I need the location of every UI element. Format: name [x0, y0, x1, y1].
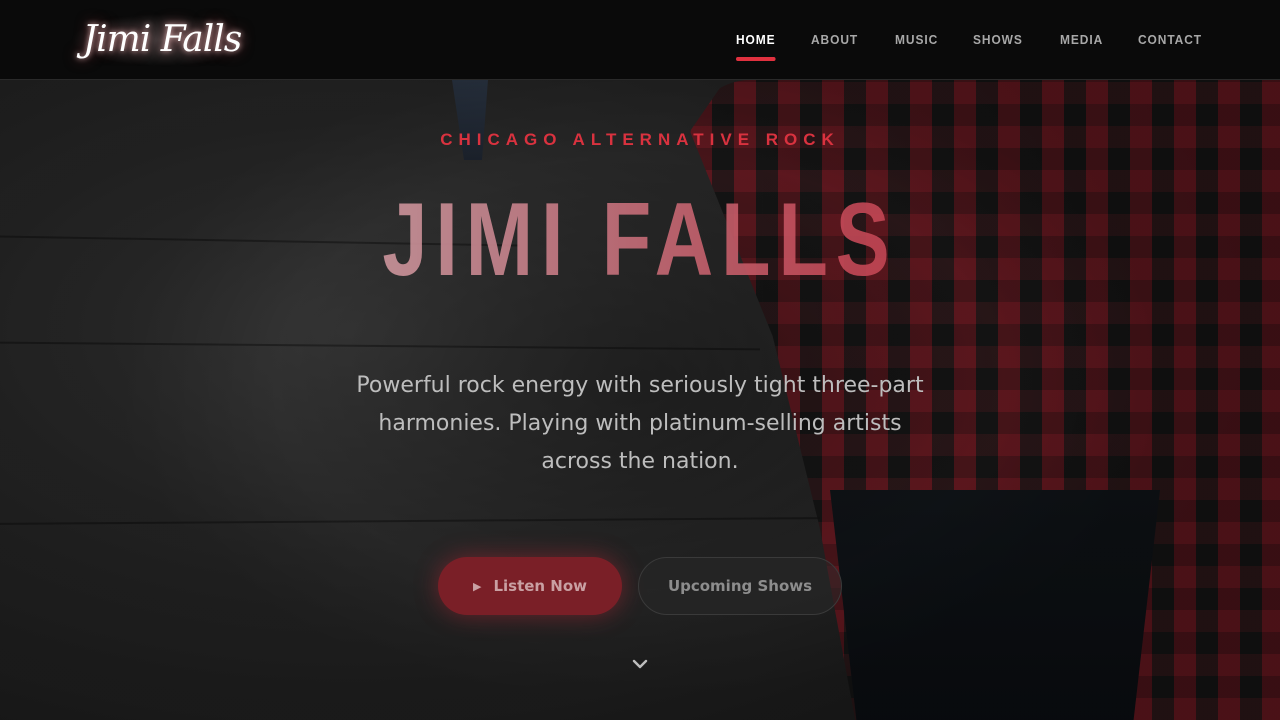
- site-logo[interactable]: Jimi Falls: [72, 13, 252, 66]
- listen-now-label: Listen Now: [493, 577, 588, 595]
- nav-item-home[interactable]: HOME: [736, 26, 776, 61]
- play-icon: ▶: [472, 579, 482, 593]
- logo-text: Jimi Falls: [82, 19, 243, 60]
- nav-item-contact[interactable]: CONTACT: [1138, 26, 1202, 53]
- nav-item-about[interactable]: ABOUT: [811, 26, 858, 53]
- hero-eyebrow: CHICAGO ALTERNATIVE ROCK: [440, 130, 840, 149]
- listen-now-button[interactable]: ▶ Listen Now: [438, 557, 622, 615]
- chevron-down-icon[interactable]: [628, 652, 652, 676]
- hero-title: JIMI FALLS: [141, 188, 1139, 292]
- nav-item-shows[interactable]: SHOWS: [973, 26, 1023, 53]
- main-nav: HOME ABOUT MUSIC SHOWS MEDIA CONTACT: [736, 26, 1208, 61]
- upcoming-shows-button[interactable]: Upcoming Shows: [638, 557, 842, 615]
- nav-item-music[interactable]: MUSIC: [895, 26, 938, 53]
- upcoming-shows-label: Upcoming Shows: [667, 577, 813, 595]
- hero-section: CHICAGO ALTERNATIVE ROCK JIMI FALLS Powe…: [0, 80, 1280, 720]
- site-header: Jimi Falls HOME ABOUT MUSIC SHOWS MEDIA …: [0, 0, 1280, 80]
- nav-item-media[interactable]: MEDIA: [1060, 26, 1103, 53]
- hero-cta-row: ▶ Listen Now Upcoming Shows: [0, 557, 1280, 615]
- hero-subtitle: Powerful rock energy with seriously tigh…: [356, 373, 924, 474]
